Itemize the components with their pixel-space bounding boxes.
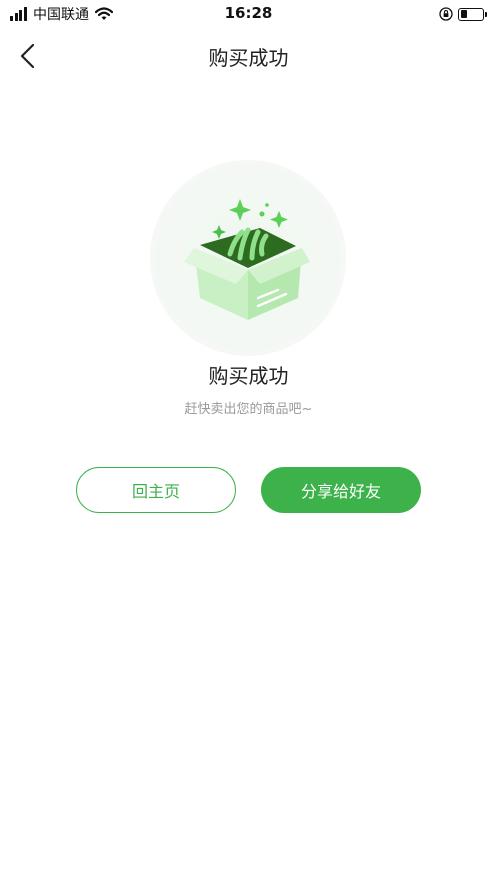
status-time: 16:28 (224, 4, 273, 22)
open-gift-box-icon (150, 160, 346, 356)
share-button[interactable]: 分享给好友 (261, 467, 421, 513)
battery-icon (458, 7, 484, 21)
battery-level (460, 10, 467, 18)
success-title: 购买成功 (208, 364, 289, 388)
page-title: 购买成功 (208, 46, 289, 70)
sparkle-dot (265, 203, 269, 207)
back-button[interactable] (14, 40, 44, 72)
battery-cap (485, 11, 487, 17)
sparkle-dot (259, 211, 265, 217)
status-bar: 中国联通 16:28 (0, 0, 497, 28)
share-button-label: 分享给好友 (300, 482, 381, 501)
status-bar-right (439, 5, 487, 23)
nav-bar: 购买成功 (0, 30, 497, 82)
chevron-left-icon (20, 43, 35, 69)
home-button[interactable]: 回主页 (76, 467, 236, 513)
home-button-label: 回主页 (131, 482, 180, 501)
success-subtitle: 赶快卖出您的商品吧~ (184, 402, 313, 417)
rotation-lock-icon (439, 7, 453, 21)
